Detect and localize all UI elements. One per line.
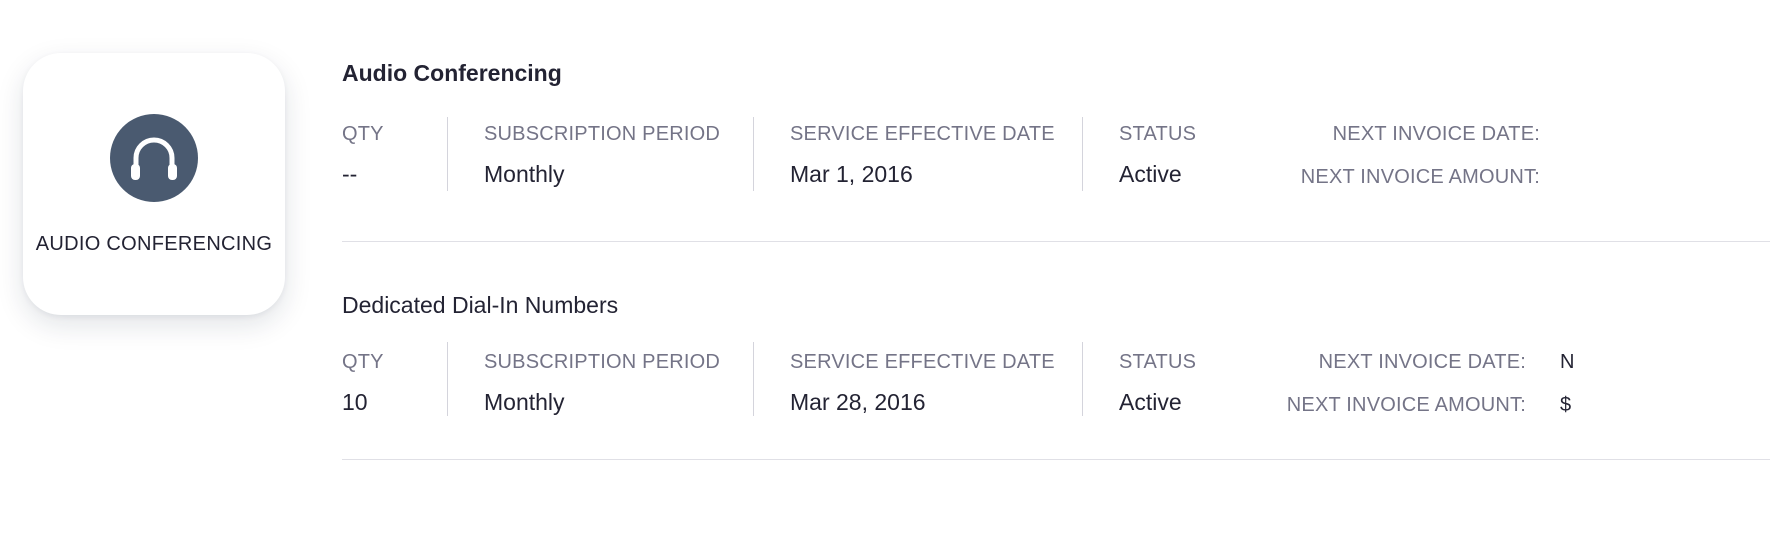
- column-divider: [1082, 117, 1083, 191]
- column-divider: [447, 117, 448, 191]
- effective-date-value: Mar 28, 2016: [790, 389, 926, 415]
- subscription-row: Dedicated Dial-In Numbers QTY 10 SUBSCRI…: [342, 292, 1770, 460]
- column-divider: [1082, 342, 1083, 416]
- next-invoice-date-value: N: [1560, 351, 1575, 373]
- next-invoice-labels: NEXT INVOICE DATE: NEXT INVOICE AMOUNT:: [1287, 352, 1526, 415]
- next-invoice-amount-label: NEXT INVOICE AMOUNT:: [1300, 166, 1540, 188]
- next-invoice-date-label: NEXT INVOICE DATE:: [1332, 123, 1540, 145]
- qty-column: QTY 10: [342, 352, 384, 414]
- product-card: AUDIO CONFERENCING: [23, 53, 285, 315]
- next-invoice-labels: NEXT INVOICE DATE: NEXT INVOICE AMOUNT:: [1301, 124, 1540, 187]
- next-invoice-values: N $: [1560, 352, 1574, 415]
- status-label: STATUS: [1119, 351, 1197, 373]
- status-label: STATUS: [1119, 123, 1197, 145]
- effective-date-label: SERVICE EFFECTIVE DATE: [790, 351, 1055, 373]
- qty-value: 10: [342, 389, 368, 415]
- effective-date-value: Mar 1, 2016: [790, 161, 913, 187]
- period-label: SUBSCRIPTION PERIOD: [484, 351, 721, 373]
- product-name: AUDIO CONFERENCING: [35, 233, 273, 255]
- column-divider: [447, 342, 448, 416]
- qty-label: QTY: [342, 351, 384, 373]
- period-value: Monthly: [484, 161, 565, 187]
- row-separator: [342, 459, 1770, 460]
- effective-date-column: SERVICE EFFECTIVE DATE Mar 28, 2016: [790, 352, 1055, 414]
- qty-value: --: [342, 161, 358, 187]
- qty-label: QTY: [342, 123, 384, 145]
- effective-date-label: SERVICE EFFECTIVE DATE: [790, 123, 1055, 145]
- effective-date-column: SERVICE EFFECTIVE DATE Mar 1, 2016: [790, 124, 1055, 186]
- subscription-title: Dedicated Dial-In Numbers: [342, 292, 619, 318]
- next-invoice-date-label: NEXT INVOICE DATE:: [1318, 351, 1526, 373]
- period-value: Monthly: [484, 389, 565, 415]
- status-column: STATUS Active: [1119, 352, 1196, 414]
- subscription-title: Audio Conferencing: [342, 60, 562, 86]
- column-divider: [753, 117, 754, 191]
- subscription-page: AUDIO CONFERENCING Audio Conferencing QT…: [0, 0, 1770, 560]
- qty-column: QTY --: [342, 124, 384, 186]
- period-label: SUBSCRIPTION PERIOD: [484, 123, 721, 145]
- status-value: Active: [1119, 389, 1182, 415]
- period-column: SUBSCRIPTION PERIOD Monthly: [484, 124, 720, 186]
- next-invoice-amount-value: $: [1560, 394, 1572, 416]
- status-column: STATUS Active: [1119, 124, 1196, 186]
- headphones-icon: [110, 114, 198, 202]
- column-divider: [753, 342, 754, 416]
- period-column: SUBSCRIPTION PERIOD Monthly: [484, 352, 720, 414]
- subscription-row: Audio Conferencing QTY -- SUBSCRIPTION P…: [342, 60, 1770, 242]
- next-invoice-amount-label: NEXT INVOICE AMOUNT:: [1286, 394, 1526, 416]
- row-separator: [342, 241, 1770, 242]
- status-value: Active: [1119, 161, 1182, 187]
